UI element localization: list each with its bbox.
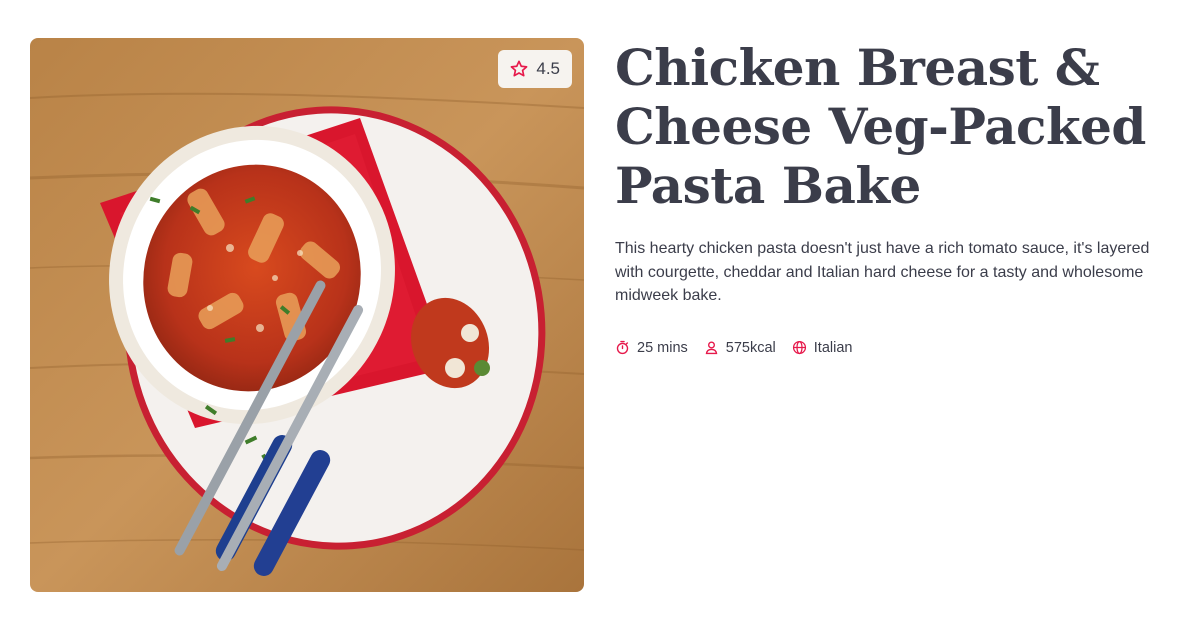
calories: 575kcal <box>704 340 776 356</box>
recipe-image: 4.5 <box>30 38 584 592</box>
recipe-page: 4.5 Chicken Breast & Cheese Veg-Packed P… <box>0 0 1200 630</box>
cuisine-value: Italian <box>813 339 853 356</box>
recipe-description: This hearty chicken pasta doesn't just h… <box>615 240 1150 304</box>
person-icon <box>704 340 719 355</box>
recipe-details: Chicken Breast & Cheese Veg-Packed Pasta… <box>615 38 1170 356</box>
rating-badge[interactable]: 4.5 <box>498 50 572 88</box>
calories-value: 575kcal <box>725 339 776 356</box>
globe-icon <box>792 340 807 355</box>
recipe-meta: 25 mins 575kcal Italian <box>615 340 1170 356</box>
recipe-title: Chicken Breast & Cheese Veg-Packed Pasta… <box>615 38 1146 215</box>
timer-icon <box>615 340 630 355</box>
cook-time-value: 25 mins <box>637 339 688 356</box>
cuisine: Italian <box>792 339 853 356</box>
cook-time: 25 mins <box>615 340 688 356</box>
rating-value: 4.5 <box>536 59 560 78</box>
pasta-bake-photo <box>30 38 584 592</box>
star-icon <box>509 59 529 79</box>
